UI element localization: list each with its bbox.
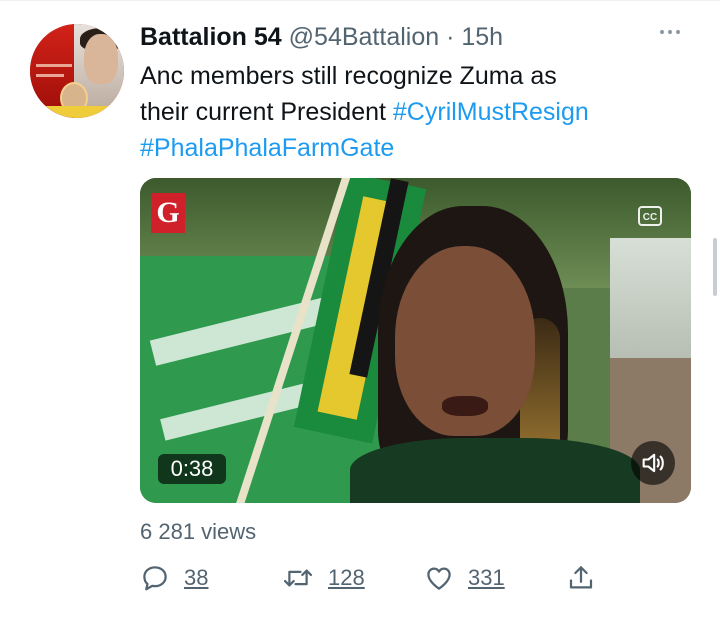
tweet-timestamp[interactable]: 15h	[461, 23, 503, 51]
volume-icon	[642, 453, 664, 473]
video-player[interactable]: G CC 0:38	[140, 178, 691, 503]
tweet-actions: 38 128 331	[140, 560, 600, 600]
closed-captions-icon[interactable]: CC	[638, 206, 662, 226]
reply-button[interactable]: 38	[140, 560, 208, 596]
share-button[interactable]	[566, 560, 596, 596]
like-count: 331	[468, 565, 505, 590]
more-icon[interactable]	[660, 30, 680, 34]
avatar[interactable]	[30, 24, 124, 118]
tweet-header: Battalion 54 @54Battalion · 15h	[140, 22, 503, 52]
volume-button[interactable]	[631, 441, 675, 485]
scrollbar[interactable]	[713, 238, 717, 296]
reply-icon	[143, 566, 167, 591]
separator-dot: ·	[446, 23, 455, 51]
retweet-count: 128	[328, 565, 365, 590]
tweet-text-line-2: their current President	[140, 98, 393, 126]
video-duration: 0:38	[158, 454, 226, 484]
reply-count: 38	[184, 565, 209, 590]
retweet-icon	[283, 569, 313, 587]
author-name[interactable]: Battalion 54	[140, 23, 282, 51]
tweet-text-line-1: Anc members still recognize Zuma as	[140, 62, 557, 90]
share-icon	[569, 566, 593, 589]
hashtag-link[interactable]: #CyrilMustResign	[393, 98, 589, 126]
hashtag-link[interactable]: #PhalaPhalaFarmGate	[140, 134, 394, 162]
heart-icon	[427, 567, 451, 590]
author-handle[interactable]: @54Battalion	[289, 23, 439, 51]
tweet-text: Anc members still recognize Zuma as thei…	[140, 58, 700, 166]
top-divider	[0, 0, 720, 1]
retweet-button[interactable]: 128	[282, 560, 365, 596]
channel-logo: G	[151, 193, 185, 233]
view-count: 6 281 views	[140, 519, 257, 544]
like-button[interactable]: 331	[424, 560, 505, 596]
